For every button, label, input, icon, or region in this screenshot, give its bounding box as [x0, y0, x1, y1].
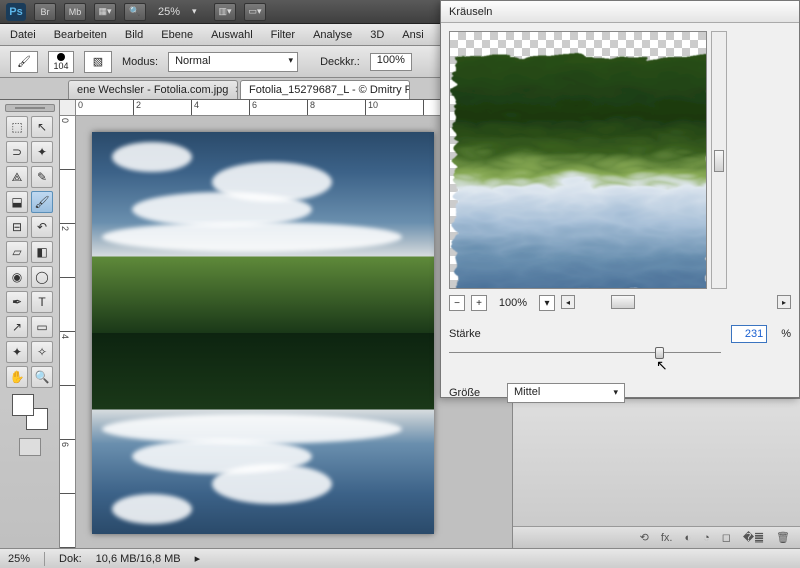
close-icon[interactable]: ✕: [234, 85, 238, 96]
zoom-percent[interactable]: 25%: [158, 6, 180, 18]
tool-preset-picker[interactable]: 🖌: [10, 51, 38, 73]
menu-analysis[interactable]: Analyse: [313, 29, 352, 41]
quickmask-toggle[interactable]: [19, 438, 41, 456]
menu-layer[interactable]: Ebene: [161, 29, 193, 41]
strength-slider[interactable]: [449, 345, 721, 361]
zoom-level-button[interactable]: 🔍: [124, 3, 146, 21]
preview-image: [450, 52, 706, 288]
brush-panel-toggle[interactable]: ▧: [84, 51, 112, 73]
strength-input[interactable]: [731, 325, 767, 343]
strength-unit: %: [781, 328, 791, 340]
3d-cam-tool[interactable]: ✧: [31, 341, 53, 363]
preview-zoom-dropdown[interactable]: ▾: [539, 295, 555, 311]
arrange-button[interactable]: ▥▾: [214, 3, 236, 21]
type-tool[interactable]: T: [31, 291, 53, 313]
history-brush-tool[interactable]: ↶: [31, 216, 53, 238]
menu-view[interactable]: Ansi: [402, 29, 423, 41]
zoom-out-button[interactable]: −: [449, 295, 465, 311]
blend-mode-select[interactable]: Normal: [168, 52, 298, 72]
link-icon[interactable]: ⟲: [640, 531, 649, 544]
menu-select[interactable]: Auswahl: [211, 29, 253, 41]
opacity-label: Deckkr.:: [320, 56, 360, 68]
menu-file[interactable]: Datei: [10, 29, 36, 41]
heal-tool[interactable]: ⬓: [6, 191, 28, 213]
eraser-tool[interactable]: ▱: [6, 241, 28, 263]
group-icon[interactable]: ◻: [722, 531, 731, 544]
status-chevron-icon[interactable]: ▸: [195, 552, 201, 565]
scroll-thumb[interactable]: [714, 150, 724, 172]
scroll-thumb[interactable]: [611, 295, 635, 309]
layers-panel-collapsed: ⟲ fx. ◐ ◔ ◻ �䷀ 🗑: [512, 398, 800, 548]
ruler-origin[interactable]: [60, 100, 76, 116]
crop-tool[interactable]: ⟁: [6, 166, 28, 188]
dialog-title[interactable]: Kräuseln: [441, 1, 799, 23]
tool-panel: ⬚↖ ⊃✦ ⟁✎ ⬓🖌 ⊟↶ ▱◧ ◉◯ ✒T ↗▭ ✦✧ ✋🔍: [0, 100, 60, 548]
shape-tool[interactable]: ▭: [31, 316, 53, 338]
minibridge-button[interactable]: Mb: [64, 3, 86, 21]
status-doc-value: 10,6 MB/16,8 MB: [96, 553, 181, 565]
ruler-vertical[interactable]: 0246: [60, 116, 76, 548]
scroll-right-icon[interactable]: ▸: [777, 295, 791, 309]
size-label: Größe: [449, 387, 497, 399]
document-tab[interactable]: ene Wechsler - Fotolia.com.jpg ✕: [68, 80, 238, 99]
brush-size-value: 104: [53, 61, 68, 71]
newlayer-icon[interactable]: �䷀: [743, 531, 764, 544]
dodge-tool[interactable]: ◯: [31, 266, 53, 288]
bridge-button[interactable]: Br: [34, 3, 56, 21]
path-tool[interactable]: ↗: [6, 316, 28, 338]
wand-tool[interactable]: ✦: [31, 141, 53, 163]
trash-icon[interactable]: 🗑: [776, 531, 790, 544]
filter-preview[interactable]: [449, 31, 707, 289]
move-tool[interactable]: ⬚: [6, 116, 28, 138]
status-bar: 25% Dok: 10,6 MB/16,8 MB ▸: [0, 548, 800, 568]
3d-tool[interactable]: ✦: [6, 341, 28, 363]
viewextras-button[interactable]: ▦▾: [94, 3, 116, 21]
document-canvas[interactable]: [92, 132, 434, 534]
fx-icon[interactable]: fx.: [661, 532, 673, 544]
scroll-left-icon[interactable]: ◂: [561, 295, 575, 309]
menu-image[interactable]: Bild: [125, 29, 143, 41]
size-select[interactable]: Mittel: [507, 383, 625, 403]
opacity-input[interactable]: 100%: [370, 53, 412, 71]
eyedropper-tool[interactable]: ✎: [31, 166, 53, 188]
panel-grip[interactable]: [5, 104, 55, 112]
foreground-color[interactable]: [12, 394, 34, 416]
mode-label: Modus:: [122, 56, 158, 68]
menu-edit[interactable]: Bearbeiten: [54, 29, 107, 41]
tab-label: Fotolia_15279687_L - © Dmitry Pichu: [249, 84, 410, 96]
layers-panel-footer: ⟲ fx. ◐ ◔ ◻ �䷀ 🗑: [513, 526, 800, 548]
brush-dot-icon: [57, 53, 65, 61]
document-tab[interactable]: Fotolia_15279687_L - © Dmitry Pichu✕: [240, 80, 410, 99]
screenmode-button[interactable]: ▭▾: [244, 3, 266, 21]
color-swatches[interactable]: [12, 394, 48, 430]
app-logo: Ps: [6, 3, 26, 21]
status-doc-label: Dok:: [59, 553, 82, 565]
tab-label: ene Wechsler - Fotolia.com.jpg: [77, 84, 228, 96]
gradient-tool[interactable]: ◧: [31, 241, 53, 263]
preview-hscrollbar[interactable]: ◂ ▸: [561, 295, 791, 311]
mask-icon[interactable]: ◐: [684, 532, 691, 544]
zoom-in-button[interactable]: +: [471, 295, 487, 311]
pen-tool[interactable]: ✒: [6, 291, 28, 313]
zoom-tool[interactable]: 🔍: [31, 366, 53, 388]
menu-3d[interactable]: 3D: [370, 29, 384, 41]
blur-tool[interactable]: ◉: [6, 266, 28, 288]
strength-label: Stärke: [449, 328, 497, 340]
zoom-dropdown-icon[interactable]: ▾: [192, 6, 206, 17]
preview-vscrollbar[interactable]: [711, 31, 727, 289]
slider-thumb[interactable]: [655, 347, 664, 359]
ripple-dialog: Kräuseln − + 100% ▾ ◂ ▸ Stärke % ↖: [440, 0, 800, 398]
marquee-tool[interactable]: ↖: [31, 116, 53, 138]
brush-tool[interactable]: 🖌: [31, 191, 53, 213]
menu-filter[interactable]: Filter: [271, 29, 295, 41]
preview-zoom-value: 100%: [493, 297, 533, 309]
status-zoom[interactable]: 25%: [8, 553, 30, 565]
hand-tool[interactable]: ✋: [6, 366, 28, 388]
adjust-icon[interactable]: ◔: [703, 532, 710, 544]
stamp-tool[interactable]: ⊟: [6, 216, 28, 238]
lasso-tool[interactable]: ⊃: [6, 141, 28, 163]
brush-preset-picker[interactable]: 104: [48, 51, 74, 73]
